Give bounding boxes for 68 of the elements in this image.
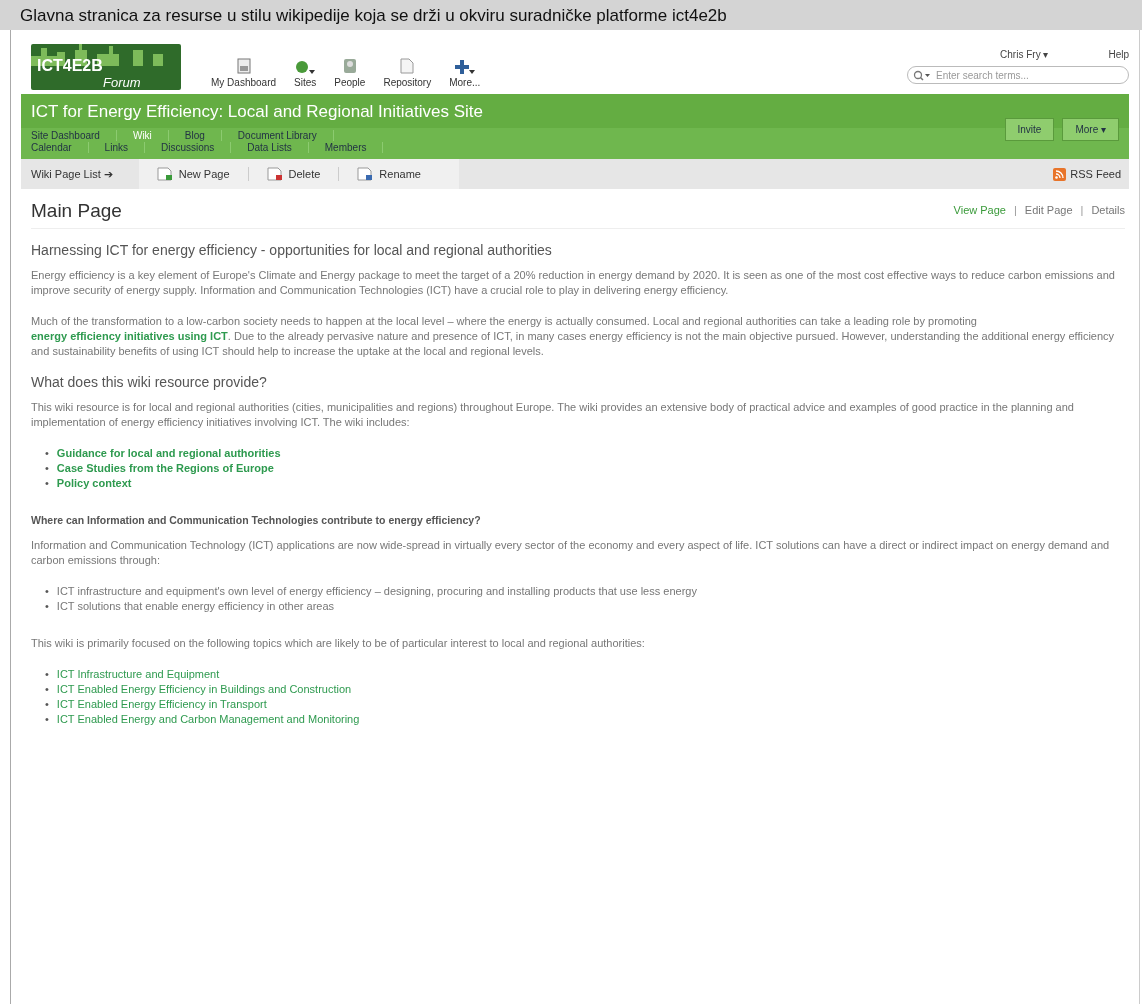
page-icon <box>266 167 283 181</box>
list-link[interactable]: ICT Enabled Energy Efficiency in Transport <box>56 697 267 712</box>
list-link[interactable]: ICT Enabled Energy and Carbon Management and Monitoring <box>56 712 360 727</box>
app-toolbar-item[interactable]: Sites <box>294 54 317 88</box>
list-item: ICT solutions that enable energy efficiency in other areas <box>56 599 335 614</box>
section-heading: Harnessing ICT for energy efficiency - opportunities for local and regional authorities <box>31 243 553 258</box>
site-nav-link[interactable]: Members <box>324 142 384 153</box>
paragraph: Much of the transformation to a low-carbon society needs to happen at the local level – where the energy is actually consumed. Local and regional authorities can take a leading role by promoting energy efficiency initiatives using ICT. Due to the already pervasive nature and presence of ICT, in many cases energy efficiency is not the main objective pursued. However, understanding the additional energy efficiency and sustainability benefits of using ICT should help to increase the uptake at the local and regional levels. <box>31 314 1116 359</box>
image-caption: Glavna stranica za resurse u stilu wikipedije koja se drži u okviru suradničke platforme ict4e2b <box>0 0 1142 30</box>
list-link[interactable]: Guidance for local and regional authorities <box>56 446 281 461</box>
site-nav-link[interactable]: Discussions <box>160 142 232 153</box>
logo-subtitle: Forum <box>103 75 142 90</box>
toolbar-action[interactable]: Rename <box>339 167 439 181</box>
section-subheading: Where can Information and Communication Technologies contribute to energy efficiency? <box>31 513 482 528</box>
site-nav-link[interactable]: Document Library <box>237 130 334 141</box>
inline-link[interactable]: energy efficiency initiatives using ICT <box>31 330 228 342</box>
page-view-link[interactable]: Edit Page <box>1024 203 1073 218</box>
document-icon <box>400 58 415 74</box>
toolbar-action[interactable]: Delete <box>248 167 340 181</box>
page-icon <box>357 167 374 181</box>
site-button[interactable]: More ▾ <box>1062 118 1119 141</box>
bullet: • <box>45 667 49 682</box>
paragraph: Energy efficiency is a key element of Europe's Climate and Energy package to meet the target of a 20% reduction in energy demand by 2020. It is seen as one of the most cost effective ways to reduce carbon emissions and improve security of energy supply. Information and Communication Technologies (ICT) have a crucial role to play in delivering energy efficiency. <box>31 268 1116 298</box>
app-toolbar-item[interactable]: My Dashboard <box>211 54 277 88</box>
wiki-page-list-link[interactable]: Wiki Page List ➔ <box>21 167 139 181</box>
bullet: • <box>45 461 49 476</box>
bullet: • <box>45 584 49 599</box>
plus-icon <box>454 60 469 74</box>
search-icon[interactable] <box>913 70 931 82</box>
dashboard-icon <box>236 58 251 74</box>
site-nav-link[interactable]: Links <box>104 142 145 153</box>
site-nav-link[interactable]: Site Dashboard <box>31 130 117 141</box>
bullet: • <box>45 682 49 697</box>
list-link[interactable]: ICT Infrastructure and Equipment <box>56 667 220 682</box>
list-link[interactable]: Policy context <box>56 476 132 491</box>
toolbar-action[interactable]: New Page <box>138 167 249 181</box>
section-heading: What does this wiki resource provide? <box>31 375 268 390</box>
site-nav-link[interactable]: Data Lists <box>247 142 309 153</box>
logo-title: ICT4E2B <box>37 57 104 75</box>
globe-icon <box>295 60 310 74</box>
bullet: • <box>45 599 49 614</box>
rss-icon <box>1053 167 1067 181</box>
site-nav-link[interactable]: Blog <box>184 130 222 141</box>
bullet: • <box>45 476 49 491</box>
forum-logo[interactable]: ICT4E2B Forum <box>31 44 181 90</box>
bullet: • <box>45 712 49 727</box>
paragraph: Information and Communication Technology (ICT) applications are now wide-spread in virtually every sector of the economy and every aspect of life. ICT solutions can have a direct or indirect impact on energy demand and carbon emissions through: <box>31 538 1111 568</box>
app-toolbar-item[interactable]: Repository <box>383 54 432 88</box>
list-link[interactable]: Case Studies from the Regions of Europe <box>56 461 274 476</box>
user-menu[interactable]: Chris Fry ▾ <box>1000 49 1049 60</box>
app-toolbar-item[interactable]: More... <box>449 54 481 88</box>
separator: | <box>1080 203 1084 218</box>
help-link[interactable]: Help <box>1108 49 1129 60</box>
app-toolbar-item[interactable]: People <box>334 54 366 88</box>
paragraph: This wiki resource is for local and regional authorities (cities, municipalities and regions) throughout Europe. The wiki provides an extensive body of practical advice and examples of good practice in the planning and implementation of energy efficiency initiatives involving ICT. The wiki includes: <box>31 400 1075 430</box>
paragraph: This wiki is primarily focused on the following topics which are likely to be of particular interest to local and regional authorities: <box>31 636 646 651</box>
bullet: • <box>45 697 49 712</box>
site-nav-link[interactable]: Calendar <box>31 142 89 153</box>
page-view-link[interactable]: View Page <box>953 203 1006 218</box>
separator: | <box>1013 203 1017 218</box>
search-field[interactable]: Enter search terms... <box>907 66 1129 84</box>
bullet: • <box>45 446 49 461</box>
people-icon <box>341 58 358 74</box>
rss-feed-link[interactable]: RSS Feed <box>1053 167 1121 181</box>
page-icon <box>156 167 173 181</box>
list-link[interactable]: ICT Enabled Energy Efficiency in Buildings and Construction <box>56 682 352 697</box>
page-view-link[interactable]: Details <box>1091 203 1125 218</box>
list-item: ICT infrastructure and equipment's own level of energy efficiency – designing, procuring and installing products that use less energy <box>56 584 697 599</box>
